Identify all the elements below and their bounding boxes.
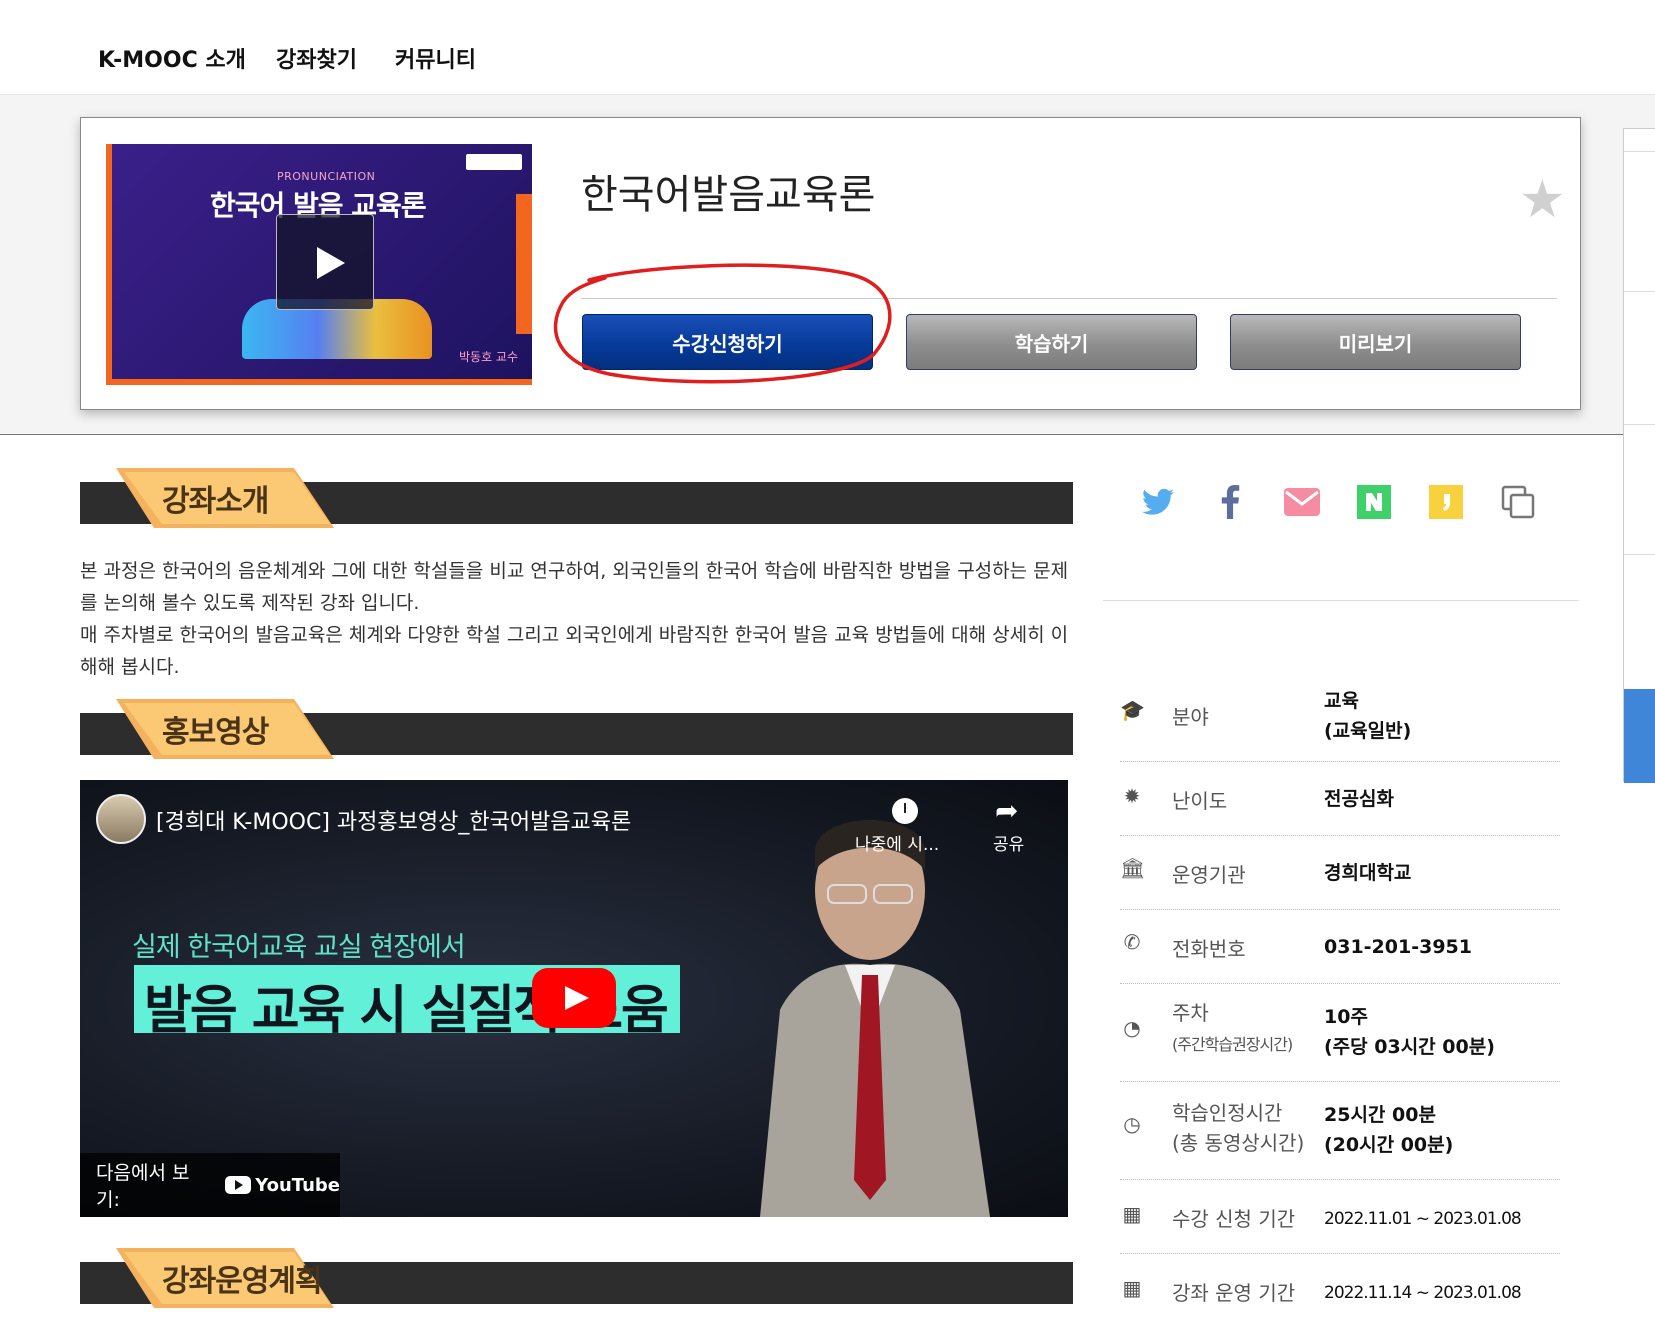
- thumbnail-play-icon[interactable]: [276, 214, 374, 310]
- section-title-plan: 강좌운영계획: [162, 1264, 323, 1299]
- calendar-icon: ▦: [1122, 1202, 1142, 1226]
- widget-divider: [1624, 424, 1655, 425]
- university-logo: [466, 154, 522, 170]
- calendar-icon: ▦: [1122, 1276, 1142, 1300]
- thumbnail-professor: 박동호 교수: [458, 350, 518, 364]
- info-label-weeks: 주차: [1172, 1001, 1209, 1025]
- info-value-hours: 25시간 00분: [1324, 1104, 1436, 1126]
- phone-icon: ✆: [1123, 930, 1141, 954]
- info-row-phone: ✆ 전화번호 031-201-3951: [1120, 910, 1560, 984]
- study-button[interactable]: 학습하기: [906, 314, 1197, 370]
- section-header-plan: 강좌운영계획: [80, 1248, 1073, 1308]
- section-title-intro: 강좌소개: [162, 484, 269, 519]
- watch-on-label: 다음에서 보기:: [96, 1162, 190, 1211]
- course-info-list: 🎓 분야 교육 (교육일반) ✹ 난이도 전공심화 🏛 운영기관 경희대학교 ✆…: [1120, 672, 1560, 1328]
- promo-video-player[interactable]: [경희대 K-MOOC] 과정홍보영상_한국어발음교육론 나중에 시... ➦ …: [80, 780, 1068, 1217]
- info-row-field: 🎓 분야 교육 (교육일반): [1120, 672, 1560, 762]
- mail-icon[interactable]: [1284, 484, 1320, 520]
- gear-badge-icon: ✹: [1123, 784, 1141, 808]
- info-value-difficulty: 전공심화: [1324, 788, 1394, 810]
- graduation-cap-icon: 🎓: [1120, 698, 1145, 722]
- watch-later-icon[interactable]: [892, 798, 918, 824]
- info-label-hours-sub: (총 동영상시간): [1172, 1131, 1305, 1155]
- info-row-weeks: ◔ 주차 (주간학습권장시간) 10주 (주당 03시간 00분): [1120, 984, 1560, 1082]
- info-row-org: 🏛 운영기관 경희대학교: [1120, 836, 1560, 910]
- thumbnail-subtitle: PRONUNCIATION: [277, 170, 376, 183]
- preview-button[interactable]: 미리보기: [1230, 314, 1521, 370]
- twitter-icon[interactable]: [1140, 484, 1176, 520]
- widget-divider: [1624, 554, 1655, 555]
- description-paragraph-2: 매 주차별로 한국어의 발음교육은 체계와 다양한 학설 그리고 외국인에게 바…: [80, 624, 1069, 678]
- info-value-field: 교육: [1324, 690, 1359, 712]
- info-value-run-period: 2022.11.14 ~ 2023.01.08: [1324, 1283, 1522, 1303]
- info-label-difficulty: 난이도: [1172, 789, 1228, 813]
- dashboard-icon: ◔: [1123, 1016, 1141, 1040]
- section-header-intro: 강좌소개: [80, 468, 1073, 528]
- watch-later-label[interactable]: 나중에 시...: [855, 830, 939, 855]
- widget-divider: [1624, 151, 1655, 152]
- share-arrow-icon[interactable]: ➦: [995, 794, 1018, 827]
- video-title[interactable]: [경희대 K-MOOC] 과정홍보영상_한국어발음교육론: [156, 804, 631, 836]
- info-row-enroll-period: ▦ 수강 신청 기간 2022.11.01 ~ 2023.01.08: [1120, 1180, 1560, 1254]
- watch-on-youtube[interactable]: 다음에서 보기: YouTube: [80, 1153, 340, 1217]
- clock-icon: ◷: [1123, 1112, 1141, 1136]
- copy-link-icon[interactable]: [1500, 484, 1536, 520]
- youtube-icon: [225, 1176, 252, 1194]
- section-title-promo: 홍보영상: [162, 715, 269, 750]
- info-label-hours: 학습인정시간: [1172, 1101, 1283, 1125]
- info-value-phone: 031-201-3951: [1324, 936, 1472, 958]
- facebook-icon[interactable]: [1212, 484, 1248, 520]
- info-row-run-period: ▦ 강좌 운영 기간 2022.11.14 ~ 2023.01.08: [1120, 1254, 1560, 1328]
- nav-kmooc-intro[interactable]: K-MOOC 소개: [98, 42, 246, 74]
- channel-avatar[interactable]: [96, 794, 146, 844]
- nav-community[interactable]: 커뮤니티: [395, 42, 476, 74]
- section-header-promo: 홍보영상: [80, 699, 1073, 759]
- youtube-play-icon[interactable]: [532, 968, 616, 1028]
- info-value-weeks-sub: (주당 03시간 00분): [1324, 1036, 1495, 1058]
- info-value-field-sub: (교육일반): [1324, 720, 1412, 742]
- red-annotation-circle: [553, 263, 892, 384]
- widget-divider: [1624, 291, 1655, 292]
- share-buttons: [1140, 484, 1536, 520]
- widget-blue-button[interactable]: [1624, 689, 1655, 783]
- info-label-run-period: 강좌 운영 기간: [1172, 1281, 1296, 1305]
- info-label-enroll-period: 수강 신청 기간: [1172, 1207, 1296, 1231]
- description-paragraph-1: 본 과정은 한국어의 음운체계와 그에 대한 학설들을 비교 연구하여, 외국인…: [80, 560, 1069, 614]
- info-value-org: 경희대학교: [1324, 862, 1412, 884]
- thumbnail-decoration: [516, 194, 532, 334]
- video-share-label[interactable]: 공유: [993, 830, 1024, 855]
- info-value-enroll-period: 2022.11.01 ~ 2023.01.08: [1324, 1209, 1522, 1229]
- top-navigation: K-MOOC 소개 강좌찾기 커뮤니티: [0, 0, 1655, 95]
- share-divider: [1103, 600, 1579, 601]
- video-subline: 실제 한국어교육 교실 현장에서: [132, 932, 466, 963]
- info-label-weeks-sub: (주간학습권장시간): [1172, 1035, 1293, 1054]
- youtube-logo[interactable]: YouTube: [225, 1175, 340, 1196]
- info-row-hours: ◷ 학습인정시간 (총 동영상시간) 25시간 00분 (20시간 00분): [1120, 1082, 1560, 1180]
- info-value-hours-sub: (20시간 00분): [1324, 1134, 1454, 1156]
- floating-side-widget[interactable]: [1623, 128, 1655, 783]
- favorite-star-icon[interactable]: ★: [1519, 174, 1566, 226]
- course-thumbnail[interactable]: PRONUNCIATION 한국어 발음 교육론 박동호 교수: [106, 144, 532, 385]
- institution-icon: 🏛: [1120, 856, 1146, 880]
- info-row-difficulty: ✹ 난이도 전공심화: [1120, 762, 1560, 836]
- youtube-wordmark: YouTube: [255, 1174, 340, 1196]
- naver-icon[interactable]: [1356, 484, 1392, 520]
- info-value-weeks: 10주: [1324, 1006, 1368, 1028]
- course-title: 한국어발음교육론: [581, 172, 876, 218]
- course-description: 본 과정은 한국어의 음운체계와 그에 대한 학설들을 비교 연구하여, 외국인…: [80, 555, 1070, 683]
- info-label-field: 분야: [1172, 705, 1209, 729]
- nav-course-search[interactable]: 강좌찾기: [276, 42, 357, 74]
- video-presenter-image: [760, 820, 990, 1217]
- info-label-org: 운영기관: [1172, 863, 1246, 887]
- kakao-story-icon[interactable]: [1428, 484, 1464, 520]
- info-label-phone: 전화번호: [1172, 937, 1246, 961]
